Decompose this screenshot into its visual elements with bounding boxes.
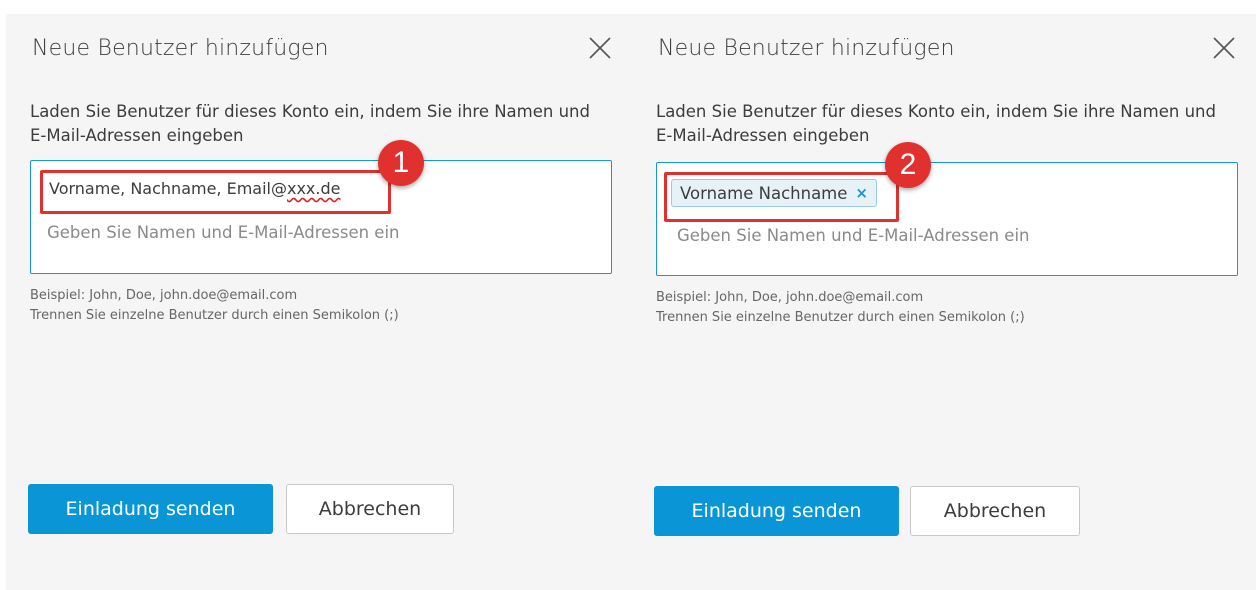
hint-example: Beispiel: John, Doe, john.doe@email.com <box>30 288 298 303</box>
annotation-step-badge-1: 1 <box>378 140 424 186</box>
input-hint: Beispiel: John, Doe, john.doe@email.com … <box>656 288 1025 328</box>
hint-example: Beispiel: John, Doe, john.doe@email.com <box>656 290 924 305</box>
instructions-text: Laden Sie Benutzer für dieses Konto ein,… <box>30 102 590 145</box>
cancel-button[interactable]: Abbrechen <box>910 486 1080 536</box>
annotation-step-badge-2: 2 <box>885 142 931 188</box>
dialog-title: Neue Benutzer hinzufügen <box>32 36 329 61</box>
instructions-text: Laden Sie Benutzer für dieses Konto ein,… <box>656 102 1216 145</box>
input-placeholder: Geben Sie Namen und E-Mail-Adressen ein <box>47 223 400 242</box>
close-icon[interactable] <box>1210 34 1238 62</box>
annotation-highlight-1 <box>40 170 391 214</box>
input-hint: Beispiel: John, Doe, john.doe@email.com … <box>30 286 399 326</box>
send-invitation-button[interactable]: Einladung senden <box>28 484 273 534</box>
annotation-highlight-2 <box>664 172 899 222</box>
dialog-add-users-right: Neue Benutzer hinzufügen Laden Sie Benut… <box>632 14 1256 590</box>
send-invitation-button[interactable]: Einladung senden <box>654 486 899 536</box>
close-icon[interactable] <box>586 34 614 62</box>
cancel-button[interactable]: Abbrechen <box>286 484 454 534</box>
hint-separator: Trennen Sie einzelne Benutzer durch eine… <box>656 310 1025 325</box>
input-placeholder: Geben Sie Namen und E-Mail-Adressen ein <box>677 226 1030 245</box>
hint-separator: Trennen Sie einzelne Benutzer durch eine… <box>30 308 399 323</box>
dialog-add-users-left: Neue Benutzer hinzufügen Laden Sie Benut… <box>6 14 632 590</box>
dialog-title: Neue Benutzer hinzufügen <box>658 36 955 61</box>
